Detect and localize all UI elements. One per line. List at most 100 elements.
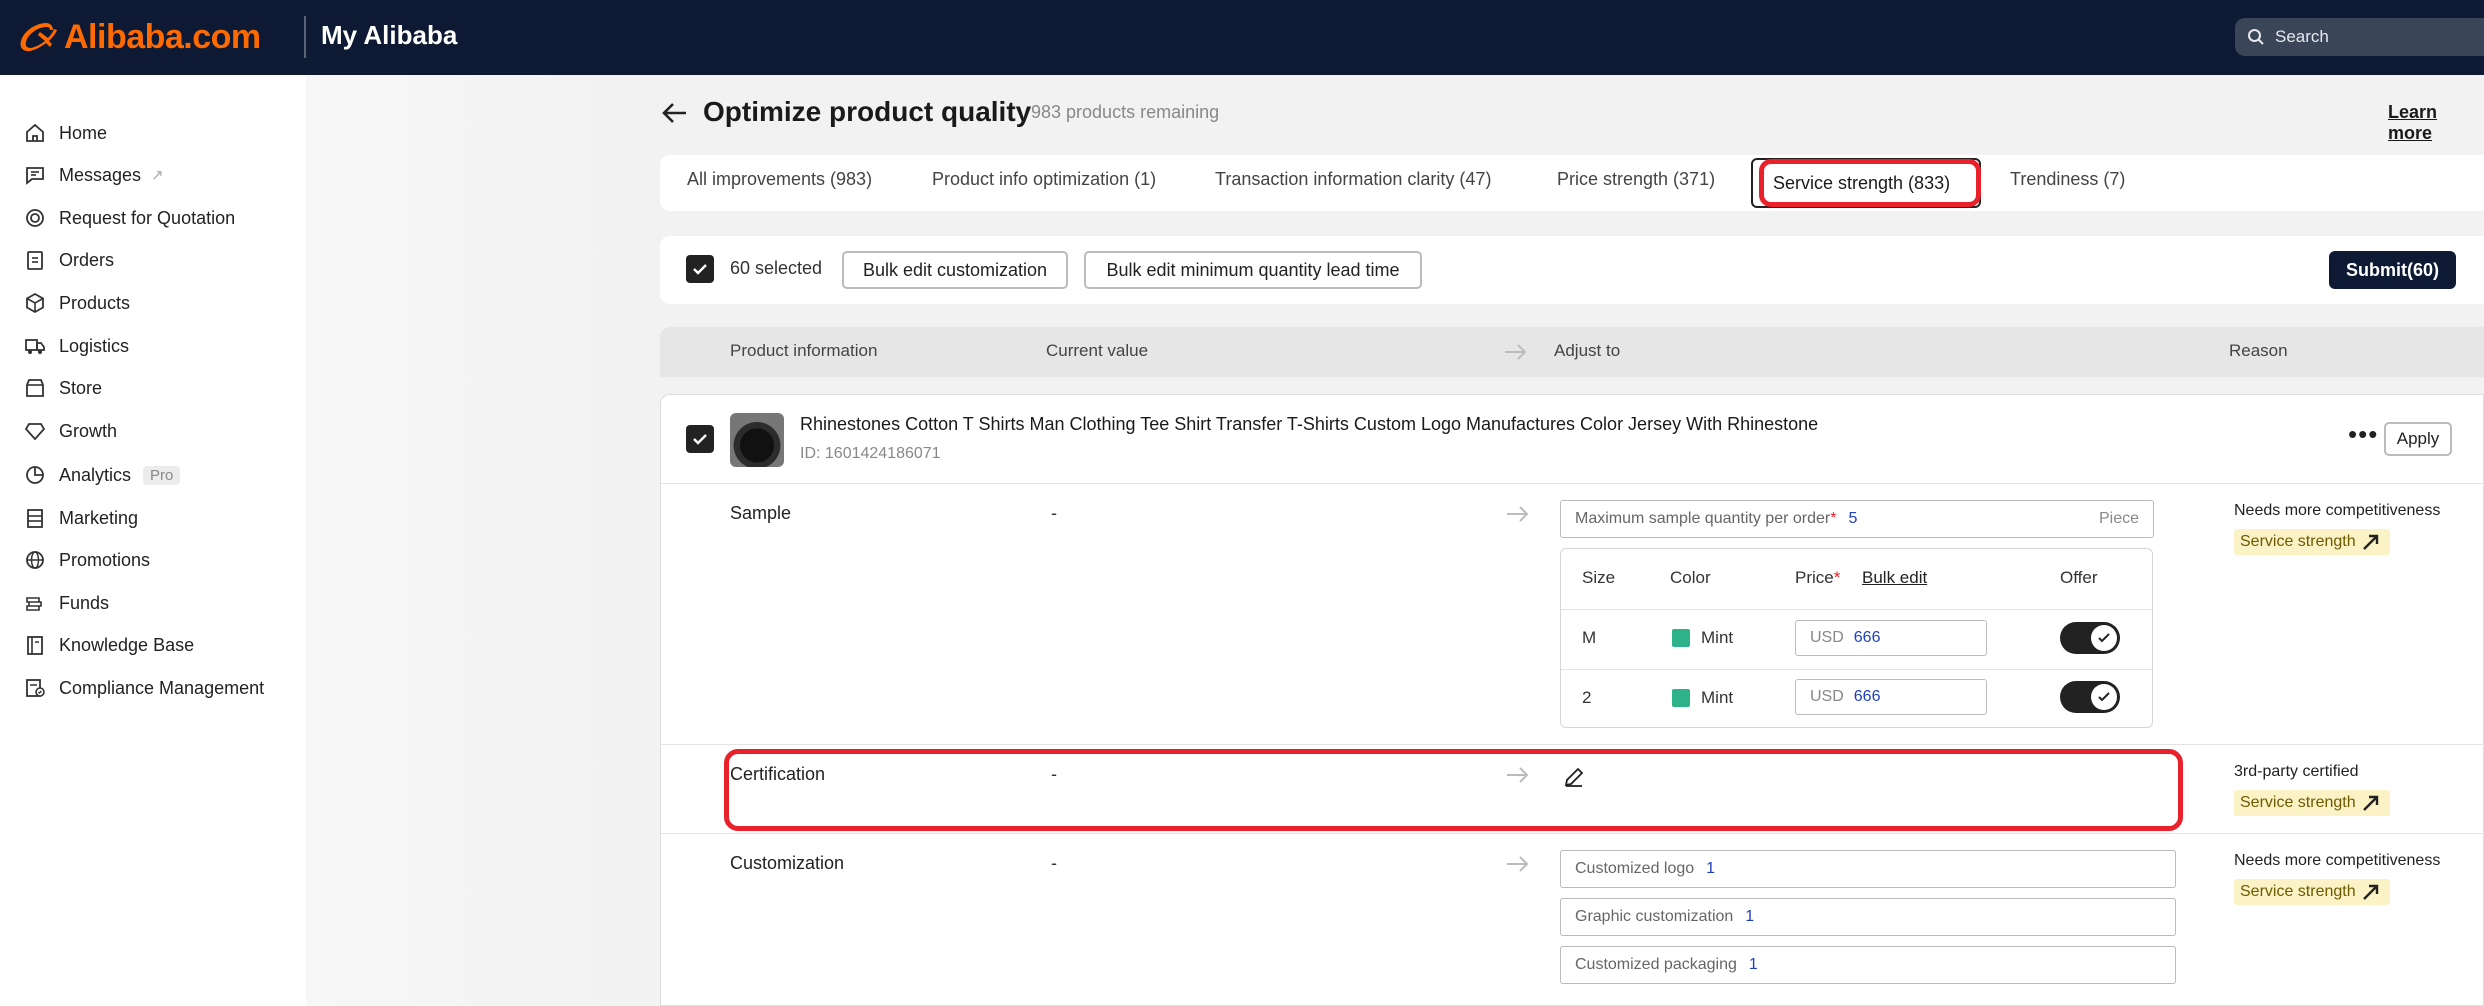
left-background (306, 75, 636, 1006)
analytics-icon (26, 466, 44, 484)
sidebar-item-knowledge-base[interactable]: Knowledge Base (24, 630, 194, 660)
clipboard-icon (27, 251, 43, 270)
back-arrow-icon[interactable] (660, 98, 690, 128)
price-column-header: Price* (1795, 568, 1841, 587)
bulk-edit-link[interactable]: Bulk edit (1862, 568, 1927, 588)
check-icon (2098, 692, 2110, 702)
price-input[interactable]: USD 666 (1795, 679, 1987, 715)
offer-column-header: Offer (2060, 568, 2098, 587)
color-cell: Mint (1701, 688, 1734, 707)
box-icon (26, 292, 44, 314)
sidebar-item-products[interactable]: Products (24, 288, 130, 318)
column-adjust-to: Adjust to (1554, 341, 1621, 360)
sidebar-item-analytics[interactable]: Analytics Pro (24, 460, 181, 490)
size-column-header: Size (1582, 568, 1616, 587)
product-name[interactable]: Rhinestones Cotton T Shirts Man Clothing… (800, 414, 1818, 435)
sidebar-item-messages[interactable]: Messages ↗ (24, 160, 164, 190)
trend-up-icon (2362, 534, 2378, 550)
column-product-information: Product information (730, 341, 878, 360)
page-title: Optimize product quality (703, 96, 1032, 127)
column-current-value: Current value (1046, 341, 1149, 360)
tab-product-info[interactable]: Product info optimization (1) (932, 169, 1156, 190)
product-thumbnail (730, 413, 784, 467)
sidebar-item-home[interactable]: Home (24, 118, 107, 148)
offer-toggle[interactable] (2060, 622, 2120, 654)
size-cell: 2 (1582, 688, 1592, 707)
customization-current-value: - (1051, 853, 1057, 873)
size-cell: M (1582, 628, 1597, 647)
select-all-checkbox[interactable] (686, 255, 714, 283)
products-remaining: 983 products remaining (1031, 102, 1220, 122)
checkmark-icon (693, 264, 707, 275)
customization-label: Customization (730, 853, 845, 873)
sidebar-item-growth[interactable]: Growth (24, 416, 117, 446)
arrow-right-icon (1507, 856, 1529, 872)
pro-badge: Pro (143, 465, 181, 485)
search-input[interactable]: Search (2235, 18, 2484, 56)
certification-reason: 3rd-party certified (2234, 763, 2359, 780)
sidebar-item-logistics[interactable]: Logistics (24, 331, 129, 361)
store-icon (26, 379, 44, 397)
row-divider (661, 744, 2484, 745)
trend-up-icon (2362, 884, 2378, 900)
brand-text: Alibaba.com (64, 17, 261, 56)
header-arrow-icon (1505, 344, 1527, 360)
diamond-icon (24, 423, 46, 441)
sample-label: Sample (730, 503, 792, 523)
highlight-ring-certification (724, 749, 2183, 831)
submit-button[interactable]: Submit(60) (2329, 251, 2456, 289)
external-link-icon: ↗ (151, 167, 164, 184)
color-cell: Mint (1701, 628, 1734, 647)
sidebar: Home Messages ↗ Request for Quotation Or… (0, 75, 306, 1006)
my-alibaba-title[interactable]: My Alibaba (321, 20, 457, 51)
column-reason: Reason (2229, 341, 2288, 360)
row-divider (661, 483, 2484, 484)
arrow-right-icon (1507, 506, 1529, 522)
trend-up-icon (2362, 795, 2378, 811)
sidebar-item-marketing[interactable]: Marketing (24, 503, 138, 533)
search-icon (2248, 29, 2264, 45)
alibaba-logo-icon (20, 23, 57, 52)
customized-logo-field[interactable]: Customized logo 1 (1560, 850, 2176, 888)
highlight-ring-tab (1759, 159, 1981, 207)
tab-trendiness[interactable]: Trendiness (7) (2010, 169, 2125, 190)
marketing-icon (27, 509, 43, 528)
graphic-customization-field[interactable]: Graphic customization 1 (1560, 898, 2176, 936)
sidebar-item-store[interactable]: Store (24, 373, 102, 403)
sidebar-item-orders[interactable]: Orders (24, 245, 114, 275)
customization-reason: Needs more competitiveness (2234, 852, 2441, 869)
more-options-icon[interactable]: ••• (2348, 421, 2378, 447)
product-checkbox[interactable] (686, 425, 714, 453)
book-icon (27, 636, 43, 655)
search-placeholder: Search (2275, 27, 2329, 46)
alibaba-logo[interactable]: Alibaba.com (16, 16, 261, 58)
row-divider (661, 833, 2484, 834)
price-input[interactable]: USD 666 (1795, 620, 1987, 656)
tab-all-improvements[interactable]: All improvements (983) (687, 169, 872, 190)
tab-price-strength[interactable]: Price strength (371) (1557, 169, 1715, 190)
apply-button[interactable]: Apply (2384, 422, 2452, 456)
header-divider (304, 16, 306, 58)
bulk-edit-moq-button[interactable]: Bulk edit minimum quantity lead time (1084, 251, 1422, 289)
bulk-edit-customization-button[interactable]: Bulk edit customization (842, 251, 1068, 289)
max-sample-quantity-field[interactable]: Maximum sample quantity per order * 5 Pie… (1560, 500, 2154, 538)
sidebar-item-promotions[interactable]: Promotions (24, 545, 150, 575)
truck-icon (25, 339, 45, 354)
sidebar-item-rfq[interactable]: Request for Quotation (24, 203, 235, 233)
tab-transaction-clarity[interactable]: Transaction information clarity (47) (1215, 169, 1491, 190)
unit-label: Piece (2098, 510, 2139, 527)
service-strength-badge: Service strength (2234, 790, 2390, 816)
home-icon (26, 123, 44, 142)
color-column-header: Color (1670, 568, 1711, 587)
sidebar-item-compliance[interactable]: Compliance Management (24, 673, 264, 703)
product-id: ID: 1601424186071 (800, 445, 941, 462)
customized-packaging-field[interactable]: Customized packaging 1 (1560, 946, 2176, 984)
sidebar-item-funds[interactable]: Funds (24, 588, 109, 618)
sample-current-value: - (1051, 503, 1057, 523)
offer-toggle[interactable] (2060, 681, 2120, 713)
compliance-icon (26, 679, 45, 697)
target-icon (26, 209, 44, 227)
learn-more-link[interactable]: Learn more (2388, 102, 2484, 144)
service-strength-badge: Service strength (2234, 879, 2390, 905)
message-icon (26, 167, 44, 185)
